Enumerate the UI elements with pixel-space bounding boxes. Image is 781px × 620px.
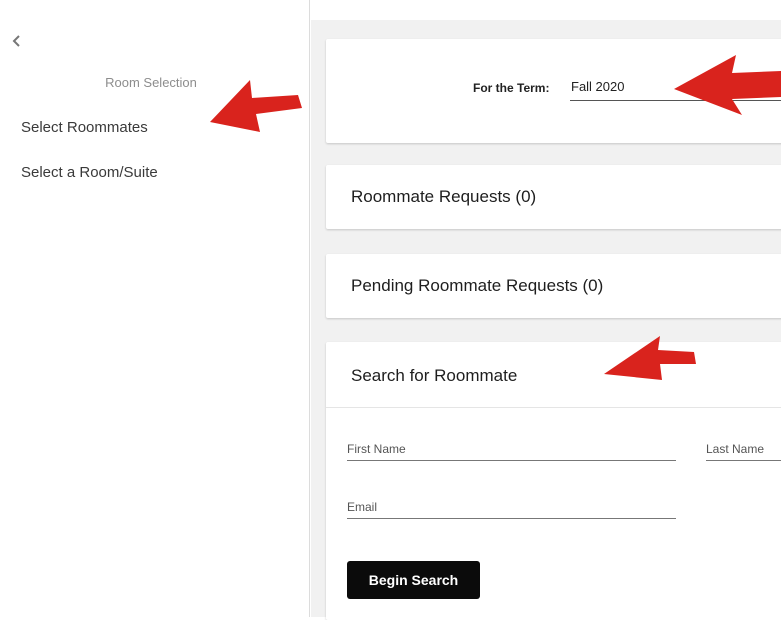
- annotation-arrow-icon: [674, 55, 781, 115]
- sidebar-item-select-room-suite[interactable]: Select a Room/Suite: [21, 164, 158, 181]
- begin-search-button[interactable]: Begin Search: [347, 561, 480, 599]
- sidebar-item-select-roommates[interactable]: Select Roommates: [21, 119, 148, 136]
- collapse-sidebar-button[interactable]: [9, 33, 29, 49]
- annotation-arrow-icon: [210, 80, 302, 132]
- pending-requests-title: Pending Roommate Requests (0): [351, 276, 604, 295]
- search-roommate-header: Search for Roommate: [326, 342, 781, 408]
- last-name-input[interactable]: [706, 437, 781, 461]
- term-label: For the Term:: [473, 81, 550, 95]
- roommate-requests-card[interactable]: Roommate Requests (0): [326, 165, 781, 229]
- chevron-left-icon: [12, 35, 20, 47]
- search-roommate-card: Search for Roommate Begin Search: [326, 342, 781, 620]
- search-roommate-title: Search for Roommate: [351, 366, 518, 385]
- annotation-arrow-icon: [604, 336, 696, 380]
- pending-requests-card[interactable]: Pending Roommate Requests (0): [326, 254, 781, 318]
- email-input[interactable]: [347, 495, 676, 519]
- first-name-input[interactable]: [347, 437, 676, 461]
- roommate-requests-title: Roommate Requests (0): [351, 187, 537, 206]
